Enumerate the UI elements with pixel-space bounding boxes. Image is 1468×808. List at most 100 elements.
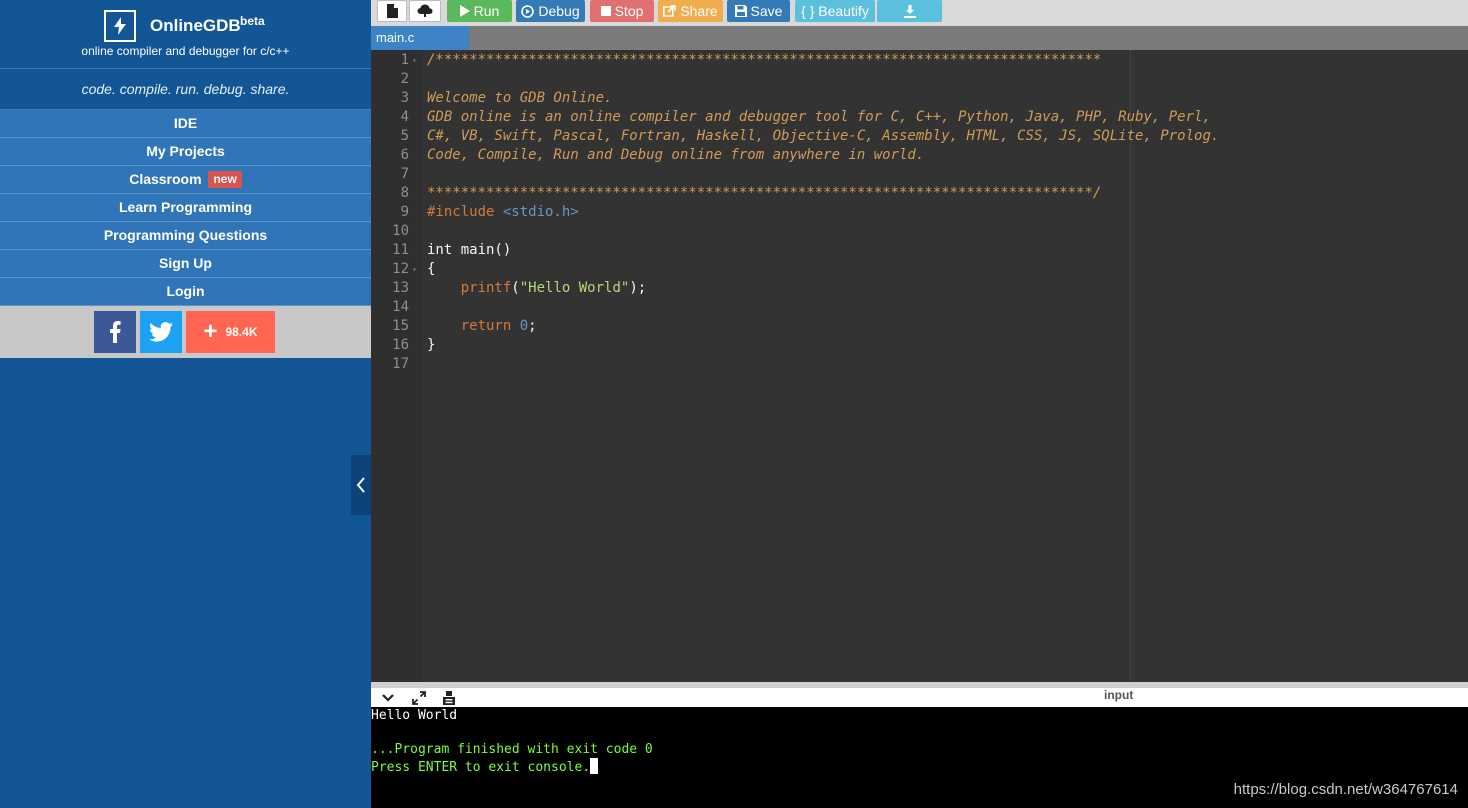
- code-text: GDB online is an online compiler and deb…: [427, 108, 1211, 127]
- code-text: /***************************************…: [427, 51, 1101, 70]
- sidebar-item-sign-up[interactable]: Sign Up: [0, 250, 371, 278]
- code-line[interactable]: 16}: [371, 336, 1468, 355]
- line-number: 3: [400, 90, 409, 106]
- code-text: {: [427, 260, 435, 279]
- console-cursor: [590, 758, 599, 774]
- console-toolbar: input: [371, 688, 1468, 707]
- line-number: 7: [400, 166, 409, 182]
- line-number: 11: [392, 242, 409, 258]
- beautify-button[interactable]: { } Beautify: [795, 0, 875, 22]
- sidebar-item-my-projects[interactable]: My Projects: [0, 138, 371, 166]
- line-number: 2: [400, 71, 409, 87]
- code-text: #include <stdio.h>: [427, 203, 579, 222]
- save-icon: [734, 5, 747, 17]
- expand-icon[interactable]: [409, 689, 429, 706]
- code-line[interactable]: 7: [371, 165, 1468, 184]
- code-token: int main(): [427, 242, 512, 258]
- line-number: 14: [392, 299, 409, 315]
- code-line[interactable]: 3 Welcome to GDB Online.: [371, 89, 1468, 108]
- code-token: #include: [427, 204, 503, 220]
- download-button[interactable]: [877, 0, 942, 22]
- code-token: 0: [519, 318, 529, 334]
- code-token: printf: [460, 280, 512, 296]
- twitter-share-button[interactable]: [140, 311, 182, 353]
- code-token: "Hello World": [519, 280, 630, 296]
- code-line[interactable]: 1 ▾ /*************************************…: [371, 51, 1468, 70]
- code-text: int main(): [427, 241, 511, 260]
- sidebar-item-programming-questions[interactable]: Programming Questions: [0, 222, 371, 250]
- sidebar-item-label: My Projects: [146, 143, 225, 159]
- code-line[interactable]: 8 ***************************************…: [371, 184, 1468, 203]
- share-button-label: Share: [680, 3, 718, 19]
- debug-button-label: Debug: [538, 3, 580, 19]
- debug-button[interactable]: Debug: [516, 0, 585, 22]
- line-number: 5: [400, 128, 409, 144]
- upload-button[interactable]: [409, 0, 441, 22]
- fold-arrow-icon[interactable]: ▾: [412, 51, 417, 70]
- code-token: /***************************************…: [427, 52, 1102, 68]
- console-output[interactable]: Hello World ...Program finished with exit…: [371, 707, 1468, 808]
- code-line[interactable]: 9 #include <stdio.h>: [371, 203, 1468, 222]
- line-number: 12: [392, 261, 409, 277]
- lightning-bolt-icon[interactable]: [104, 10, 136, 42]
- code-editor[interactable]: 1 ▾/*************************************…: [371, 50, 1468, 682]
- stdin-icon[interactable]: [439, 689, 459, 706]
- sidebar-item-label: Programming Questions: [103, 227, 268, 243]
- sidebar-item-learn-programming[interactable]: Learn Programming: [0, 194, 371, 222]
- upload-icon: [417, 4, 433, 17]
- save-button-label: Save: [750, 3, 783, 19]
- facebook-icon: [110, 321, 121, 343]
- code-line[interactable]: 14: [371, 298, 1468, 317]
- sidebar-nav: IDE My Projects Classroom new Learn Prog…: [0, 110, 371, 306]
- line-number: 8: [400, 185, 409, 201]
- play-icon: [459, 5, 470, 17]
- tab-main-c[interactable]: main.c: [371, 26, 469, 50]
- new-file-button[interactable]: [377, 0, 407, 22]
- code-line[interactable]: 13 printf("Hello World");: [371, 279, 1468, 298]
- input-tab[interactable]: input: [1104, 688, 1133, 703]
- sidebar-item-classroom[interactable]: Classroom new: [0, 166, 371, 194]
- code-line[interactable]: 4 GDB online is an online compiler and de…: [371, 108, 1468, 127]
- code-token: Welcome to GDB Online.: [427, 90, 613, 106]
- stop-button[interactable]: Stop: [590, 0, 654, 22]
- share-count-button[interactable]: + 98.4K: [186, 311, 275, 353]
- brand-header: OnlineGDB beta online compiler and debug…: [0, 0, 371, 69]
- line-number: 9: [400, 204, 409, 220]
- code-line[interactable]: 12 ▾ {: [371, 260, 1468, 279]
- code-line[interactable]: 2: [371, 70, 1468, 89]
- code-text: ****************************************…: [427, 184, 1101, 203]
- collapse-sidebar-button[interactable]: [351, 455, 371, 515]
- code-line[interactable]: 17: [371, 355, 1468, 374]
- facebook-share-button[interactable]: [94, 311, 136, 353]
- code-token: (: [511, 280, 520, 296]
- run-button[interactable]: Run: [447, 0, 512, 22]
- share-button[interactable]: Share: [658, 0, 723, 22]
- code-token: );: [629, 280, 647, 296]
- sidebar-item-login[interactable]: Login: [0, 278, 371, 306]
- new-badge: new: [208, 171, 242, 188]
- beautify-button-label: { } Beautify: [801, 3, 869, 19]
- plus-icon: +: [203, 318, 218, 345]
- sidebar-item-ide[interactable]: IDE: [0, 110, 371, 138]
- line-number: 10: [392, 223, 409, 239]
- code-line[interactable]: 6 Code, Compile, Run and Debug online fro…: [371, 146, 1468, 165]
- stop-icon: [600, 6, 611, 16]
- code-text: Welcome to GDB Online.: [427, 89, 612, 108]
- fold-arrow-icon[interactable]: ▾: [412, 260, 417, 279]
- code-token: {: [427, 261, 436, 277]
- code-line[interactable]: 11 int main(): [371, 241, 1468, 260]
- brand-name[interactable]: OnlineGDB: [150, 16, 241, 36]
- brand-beta-label: beta: [240, 14, 265, 28]
- console-line: Press ENTER to exit console.: [371, 758, 599, 776]
- code-line[interactable]: 10: [371, 222, 1468, 241]
- chevron-down-icon[interactable]: [378, 689, 398, 706]
- code-line[interactable]: 15 return 0;: [371, 317, 1468, 336]
- chevron-left-icon: [356, 477, 365, 493]
- code-line[interactable]: 5 C#, VB, Swift, Pascal, Fortran, Haskell…: [371, 127, 1468, 146]
- save-button[interactable]: Save: [727, 0, 790, 22]
- social-bar: + 98.4K: [0, 306, 371, 358]
- file-tab-bar: main.c: [371, 26, 1468, 50]
- code-token: ;: [528, 318, 537, 334]
